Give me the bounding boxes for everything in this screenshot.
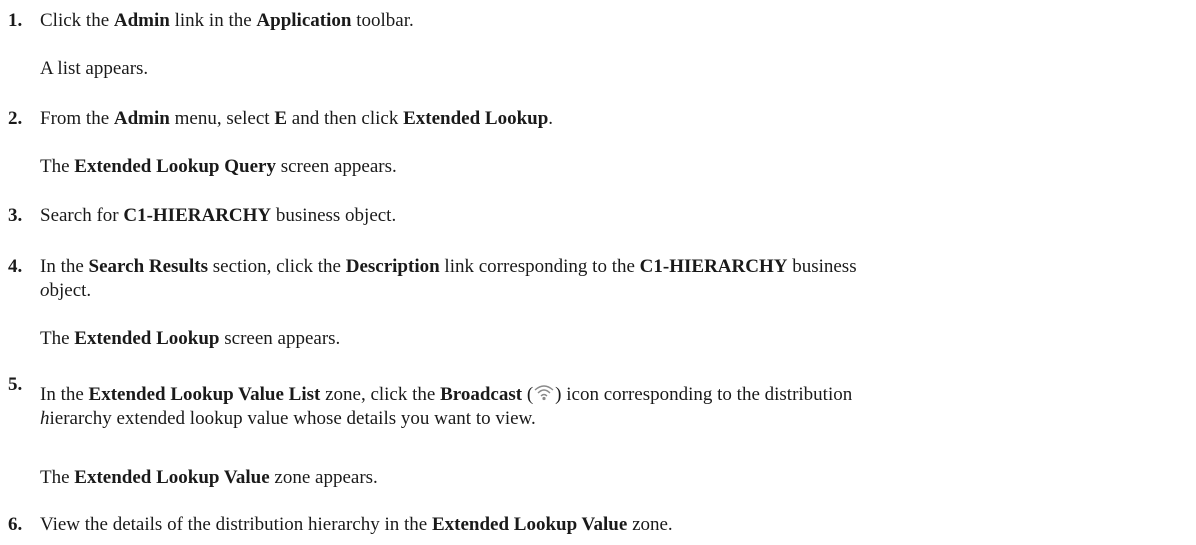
- step-result: A list appears.: [40, 58, 149, 79]
- step-number: 4.: [8, 256, 23, 277]
- step-number: 1.: [8, 10, 23, 31]
- step-number: 5.: [8, 374, 23, 395]
- step-instruction: View the details of the distribution hie…: [40, 514, 673, 535]
- step-6: 6. View the details of the distribution …: [8, 513, 1193, 537]
- step-instruction: In the Search Results section, click the…: [40, 256, 857, 301]
- step-result: The Extended Lookup Value zone appears.: [40, 467, 378, 488]
- step-instruction: In the Extended Lookup Value List zone, …: [40, 383, 853, 429]
- step-result: The Extended Lookup Query screen appears…: [40, 156, 397, 177]
- step-number: 2.: [8, 108, 23, 129]
- step-1: 1. Click the Admin link in the Applicati…: [8, 9, 1193, 33]
- step-instruction: Search for C1-HIERARCHY business object.: [40, 205, 397, 226]
- step-2: 2. From the Admin menu, select E and the…: [8, 107, 1193, 131]
- step-number: 6.: [8, 514, 23, 535]
- step-5: 5. In the Extended Lookup Value List zon…: [8, 374, 1193, 431]
- step-result: The Extended Lookup screen appears.: [40, 328, 341, 349]
- step-4: 4. In the Search Results section, click …: [8, 255, 1193, 303]
- step-number: 3.: [8, 205, 23, 226]
- step-3: 3. Search for C1-HIERARCHY business obje…: [8, 204, 1193, 228]
- step-instruction: From the Admin menu, select E and then c…: [40, 108, 554, 129]
- broadcast-icon: [533, 383, 555, 403]
- step-instruction: Click the Admin link in the Application …: [40, 10, 414, 31]
